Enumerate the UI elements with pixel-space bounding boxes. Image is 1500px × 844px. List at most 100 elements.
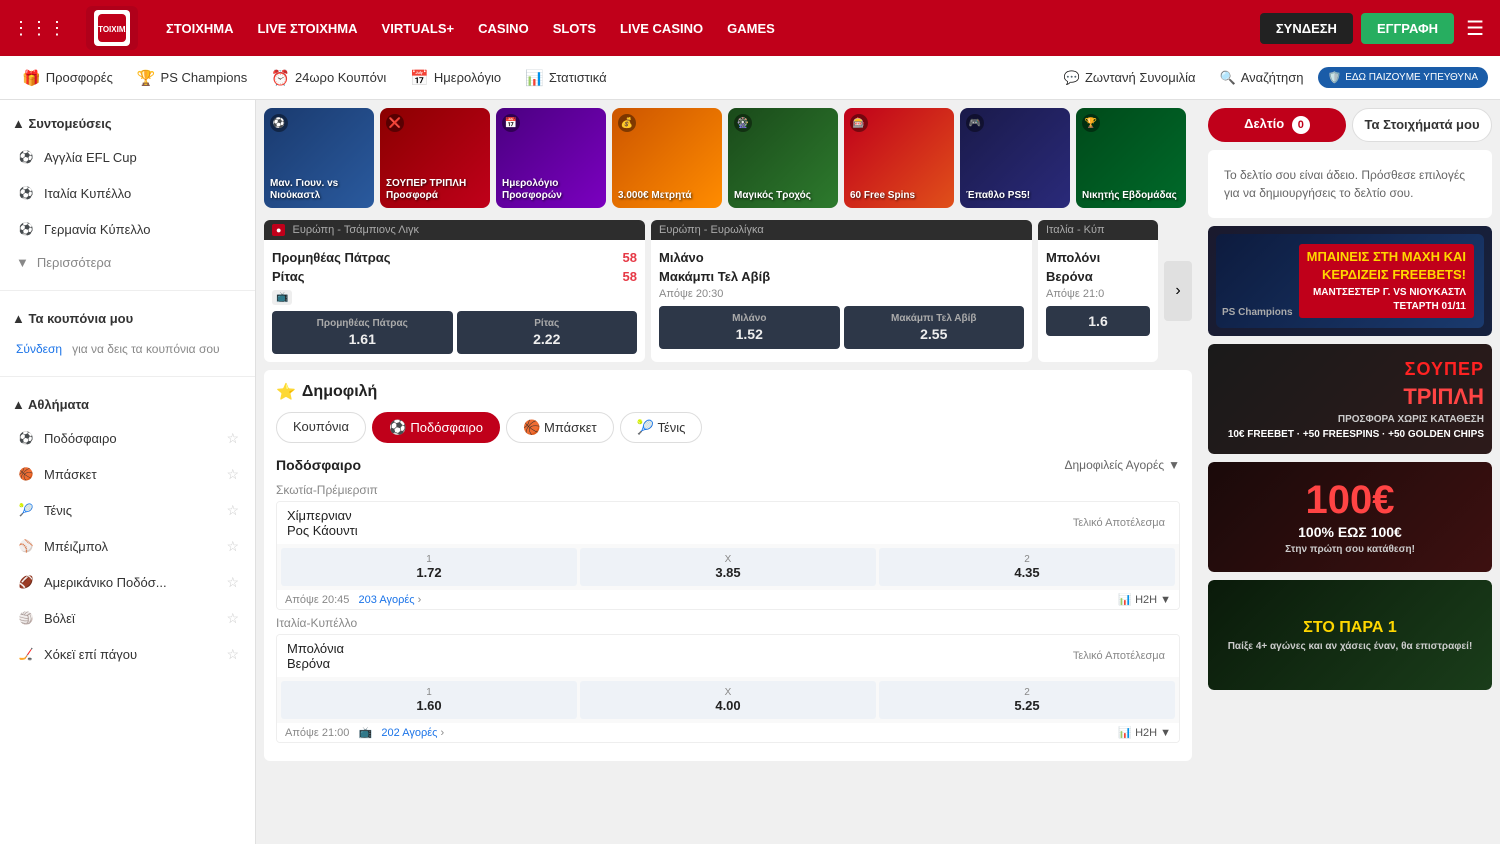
- markets-count-1[interactable]: 202 Αγορές: [381, 727, 437, 739]
- promo-banner-2[interactable]: 100€ 100% ΕΩΣ 100€ Στην πρώτη σου κατάθε…: [1208, 462, 1492, 572]
- sidebar-item-football[interactable]: ⚽ Ποδόσφαιρο ☆: [0, 420, 255, 456]
- sidebar-item-basketball[interactable]: 🏀 Μπάσκετ ☆: [0, 456, 255, 492]
- nav-stoixima[interactable]: ΣΤΟΙΧΗΜΑ: [158, 15, 242, 42]
- fav-star-icon[interactable]: ☆: [226, 430, 239, 447]
- promo-icon-0: ⚽: [270, 114, 288, 132]
- popular-star-icon: ⭐: [276, 382, 296, 402]
- promo-icon-2: 📅: [502, 114, 520, 132]
- site-logo[interactable]: STOIXIMA: [86, 6, 138, 50]
- nav-right: ΣΥΝΔΕΣΗ ΕΓΓΡΑΦΗ ☰: [1260, 12, 1488, 45]
- odds-btn-team2-0[interactable]: Ρίτας 2.22: [457, 311, 638, 354]
- sidebar-item-more[interactable]: ▼ Περισσότερα: [0, 247, 255, 278]
- search-button[interactable]: 🔍 Αναζήτηση: [1210, 65, 1314, 91]
- fav-star-icon-3[interactable]: ☆: [226, 502, 239, 519]
- popular-tab-basketball[interactable]: 🏀 Μπάσκετ: [506, 412, 614, 443]
- popular-markets-dropdown[interactable]: Δημοφιλείς Αγορές ▼: [1064, 458, 1180, 472]
- markets-count-0[interactable]: 203 Αγορές: [359, 594, 415, 606]
- nav-links: ΣΤΟΙΧΗΜΑ LIVE ΣΤΟΙΧΗΜΑ VIRTUALS+ CASINO …: [158, 15, 1240, 42]
- match-odds-1: Μιλάνο 1.52 Μακάμπι Τελ Αβίβ 2.55: [659, 306, 1024, 349]
- odds-btn-team2-1[interactable]: Μακάμπι Τελ Αβίβ 2.55: [844, 306, 1025, 349]
- odds-cell-0-1[interactable]: Χ 3.85: [580, 548, 876, 586]
- match-team1-0: Προμηθέας Πάτρας 58: [272, 248, 637, 267]
- promo-banner-content-0: ΜΠΑΙΝΕΙΣ ΣΤΗ ΜΑΧΗ ΚΑΙ ΚΕΡΔΙΖΕΙΣ FREEBETS…: [1208, 226, 1492, 336]
- sidebar-item-germany-cup[interactable]: ⚽ Γερμανία Κύπελλο: [0, 211, 255, 247]
- match-league-2: Ιταλία - Κύπ: [1038, 220, 1158, 240]
- fav-star-icon-2[interactable]: ☆: [226, 466, 239, 483]
- fav-star-icon-4[interactable]: ☆: [226, 538, 239, 555]
- sidebar-item-baseball[interactable]: ⚾ Μπέιζμπολ ☆: [0, 528, 255, 564]
- nav-live-casino[interactable]: LIVE CASINO: [612, 15, 711, 42]
- fav-star-icon-5[interactable]: ☆: [226, 574, 239, 591]
- fav-star-icon-6[interactable]: ☆: [226, 610, 239, 627]
- odds-cell-1-2[interactable]: 2 5.25: [879, 681, 1175, 719]
- odds-cell-0-2[interactable]: 2 4.35: [879, 548, 1175, 586]
- grid-menu-icon[interactable]: ⋮⋮⋮: [12, 18, 66, 39]
- odds-btn-1-2[interactable]: 1.6: [1046, 306, 1150, 336]
- promo-card-3[interactable]: 💰 3.000€ Μετρητά: [612, 108, 722, 208]
- live-chat-button[interactable]: 💬 Ζωντανή Συνομιλία: [1054, 65, 1206, 91]
- football-icon-1: ⚽: [16, 147, 36, 167]
- match-team2-2: Βερόνα: [1046, 267, 1150, 286]
- sidebar-item-american-football[interactable]: 🏈 Αμερικάνικο Ποδόσ... ☆: [0, 564, 255, 600]
- nav-live-stoixima[interactable]: LIVE ΣΤΟΙΧΗΜΑ: [250, 15, 366, 42]
- odds-btn-team1-1[interactable]: Μιλάνο 1.52: [659, 306, 840, 349]
- sidebar-item-hockey[interactable]: 🏒 Χόκεϊ επί πάγου ☆: [0, 636, 255, 672]
- shortcuts-section: ▲ Συντομεύσεις ⚽ Αγγλία EFL Cup ⚽ Ιταλία…: [0, 100, 255, 286]
- odds-cell-0-0[interactable]: 1 1.72: [281, 548, 577, 586]
- responsible-gambling-badge[interactable]: 🛡️ ΕΔΩ ΠΑΙΖΟΥΜΕ ΥΠΕΥΘΥΝΑ: [1318, 67, 1489, 88]
- promo-card-2[interactable]: 📅 Ημερολόγιο Προσφορών: [496, 108, 606, 208]
- match-team2-0: Ρίτας 58: [272, 267, 637, 286]
- login-button[interactable]: ΣΥΝΔΕΣΗ: [1260, 13, 1353, 44]
- promo-banner-1[interactable]: ΣΟΥΠΕΡ ΤΡΙΠΛΗ ΠΡΟΣΦΟΡΑ ΧΩΡΙΣ ΚΑΤΑΘΕΣΗ 10…: [1208, 344, 1492, 454]
- my-bets-tab[interactable]: Τα Στοιχήματά μου: [1352, 108, 1492, 142]
- h2h-button-1[interactable]: 📊 H2H ▼: [1118, 726, 1171, 739]
- betslip-tab-active[interactable]: Δελτίο 0: [1208, 108, 1346, 142]
- popular-tab-tennis[interactable]: 🎾 Τένις: [620, 412, 703, 443]
- fav-star-icon-7[interactable]: ☆: [226, 646, 239, 663]
- logo-icon: STOIXIMA: [94, 10, 130, 46]
- popular-tab-football[interactable]: ⚽ Ποδόσφαιρο: [372, 412, 500, 443]
- sidebar-login-link[interactable]: Σύνδεση για να δεις τα κουπόνια σου: [0, 334, 255, 364]
- odds-btn-team1-0[interactable]: Προμηθέας Πάτρας 1.61: [272, 311, 453, 354]
- chevron-right-icon-1: ›: [441, 727, 445, 739]
- odds-cell-1-0[interactable]: 1 1.60: [281, 681, 577, 719]
- popular-tab-coupons[interactable]: Κουπόνια: [276, 412, 366, 443]
- promo-card-0[interactable]: ⚽ Μαν. Γιουν. vs Νιούκαστλ: [264, 108, 374, 208]
- subnav-ps-champions[interactable]: 🏆 PS Champions: [127, 64, 257, 92]
- nav-games[interactable]: GAMES: [719, 15, 783, 42]
- shortcuts-header[interactable]: ▲ Συντομεύσεις: [0, 108, 255, 139]
- subnav-statistics[interactable]: 📊 Στατιστικά: [515, 64, 617, 92]
- odds-grid-1: 1 1.60 Χ 4.00 2 5.25: [277, 677, 1179, 723]
- promo-card-7[interactable]: 🏆 Νικητής Εβδομάδας: [1076, 108, 1186, 208]
- stats-icon: 📊: [525, 69, 544, 87]
- promo-banner-0[interactable]: ΜΠΑΙΝΕΙΣ ΣΤΗ ΜΑΧΗ ΚΑΙ ΚΕΡΔΙΖΕΙΣ FREEBETS…: [1208, 226, 1492, 336]
- live-match-card-0: ● Ευρώπη - Τσάμπιονς Λιγκ Προμηθέας Πάτρ…: [264, 220, 645, 362]
- promo-card-5[interactable]: 🎰 60 Free Spins: [844, 108, 954, 208]
- nav-virtuals[interactable]: VIRTUALS+: [374, 15, 463, 42]
- live-next-button[interactable]: ›: [1164, 261, 1192, 321]
- match-team1-2: Μπολόνι: [1046, 248, 1150, 267]
- nav-casino[interactable]: CASINO: [470, 15, 537, 42]
- sidebar-item-efl-cup[interactable]: ⚽ Αγγλία EFL Cup: [0, 139, 255, 175]
- match-odds-2: 1.6: [1046, 306, 1150, 336]
- sidebar-item-volleyball[interactable]: 🏐 Βόλεϊ ☆: [0, 600, 255, 636]
- match-time-footer-0: Απόψε 20:45 203 Αγορές ›: [285, 594, 421, 606]
- my-coupons-header[interactable]: ▲ Τα κουπόνια μου: [0, 303, 255, 334]
- h2h-button-0[interactable]: 📊 H2H ▼: [1118, 593, 1171, 606]
- subnav-offers[interactable]: 🎁 Προσφορές: [12, 64, 123, 92]
- register-button[interactable]: ΕΓΓΡΑΦΗ: [1361, 13, 1454, 44]
- subnav-calendar[interactable]: 📅 Ημερολόγιο: [400, 64, 511, 92]
- promo-card-6[interactable]: 🎮 Έπαθλο PS5!: [960, 108, 1070, 208]
- promo-banner-3[interactable]: ΣΤΟ ΠΑΡΑ 1 Παίξε 4+ αγώνες και αν χάσεις…: [1208, 580, 1492, 690]
- nav-slots[interactable]: SLOTS: [545, 15, 604, 42]
- promo-card-4[interactable]: 🎡 Μαγικός Τροχός: [728, 108, 838, 208]
- hamburger-icon[interactable]: ☰: [1462, 12, 1488, 45]
- promo-card-1[interactable]: ❌ ΣΟΥΠΕΡ ΤΡΙΠΛΗ Προσφορά: [380, 108, 490, 208]
- odds-cell-1-1[interactable]: Χ 4.00: [580, 681, 876, 719]
- football-tab-icon: ⚽: [389, 419, 406, 436]
- sidebar-item-italy-cup[interactable]: ⚽ Ιταλία Κυπέλλο: [0, 175, 255, 211]
- sidebar-item-tennis[interactable]: 🎾 Τένις ☆: [0, 492, 255, 528]
- promo-icon-6: 🎮: [966, 114, 984, 132]
- subnav-24h-coupon[interactable]: ⏰ 24ωρο Κουπόνι: [261, 64, 396, 92]
- sports-header[interactable]: ▲ Αθλήματα: [0, 389, 255, 420]
